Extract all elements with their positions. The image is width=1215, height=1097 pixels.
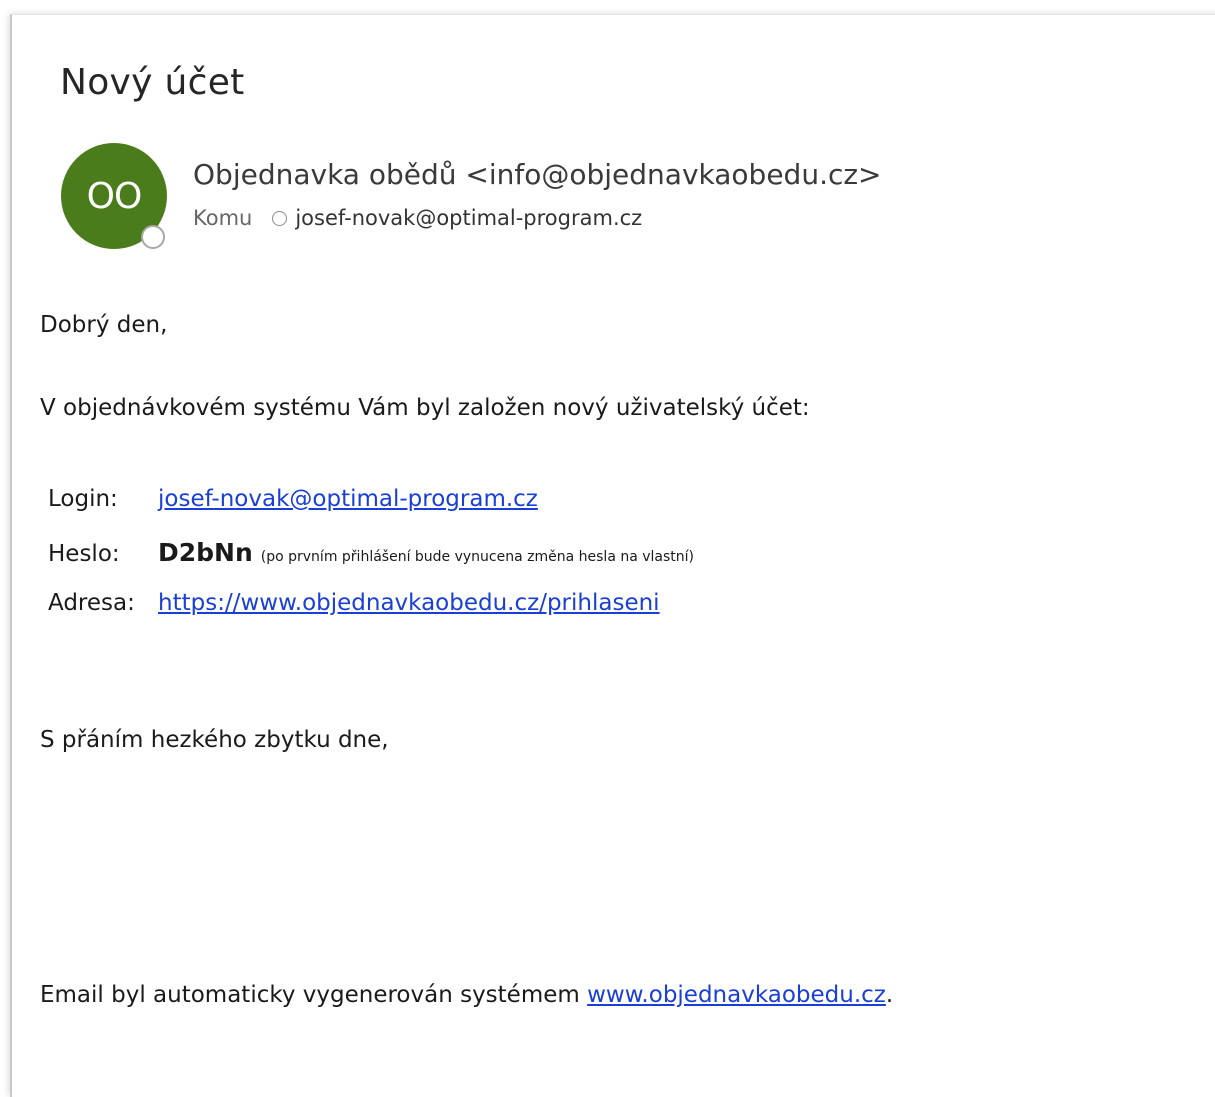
login-link[interactable]: josef-novak@optimal-program.cz [158, 486, 538, 512]
intro-text: V objednávkovém systému Vám byl založen … [40, 395, 810, 421]
password-note: (po prvním přihlášení bude vynucena změn… [260, 549, 695, 565]
address-link[interactable]: https://www.objednavkaobedu.cz/prihlasen… [158, 590, 660, 616]
to-label: Komu [193, 206, 253, 230]
recipient-line: Komu josef-novak@optimal-program.cz [193, 206, 642, 230]
footer: Email byl automaticky vygenerován systém… [40, 982, 893, 1008]
password-label: Heslo: [48, 541, 120, 567]
footer-text: Email byl automaticky vygenerován systém… [40, 982, 580, 1008]
footer-period: . [885, 982, 894, 1008]
address-label: Adresa: [48, 590, 135, 616]
address-row: Adresa: https://www.objednavkaobedu.cz/p… [48, 590, 660, 616]
password-value: D2bNn [158, 538, 253, 567]
recipient-email[interactable]: josef-novak@optimal-program.cz [295, 206, 642, 230]
email-subject: Nový účet [60, 62, 245, 103]
greeting: Dobrý den, [40, 312, 168, 338]
closing-text: S přáním hezkého zbytku dne, [40, 727, 389, 753]
presence-status-icon [141, 225, 165, 249]
footer-link[interactable]: www.objednavkaobedu.cz [587, 982, 886, 1008]
avatar-initials: OO [86, 175, 143, 217]
login-label: Login: [48, 486, 118, 512]
password-row: Heslo: D2bNn (po prvním přihlášení bude … [48, 538, 694, 567]
recipient-presence-icon [272, 210, 288, 226]
sender-name[interactable]: Objednavka obědů <info@objednavkaobedu.c… [193, 158, 882, 191]
login-row: Login: josef-novak@optimal-program.cz [48, 486, 538, 512]
